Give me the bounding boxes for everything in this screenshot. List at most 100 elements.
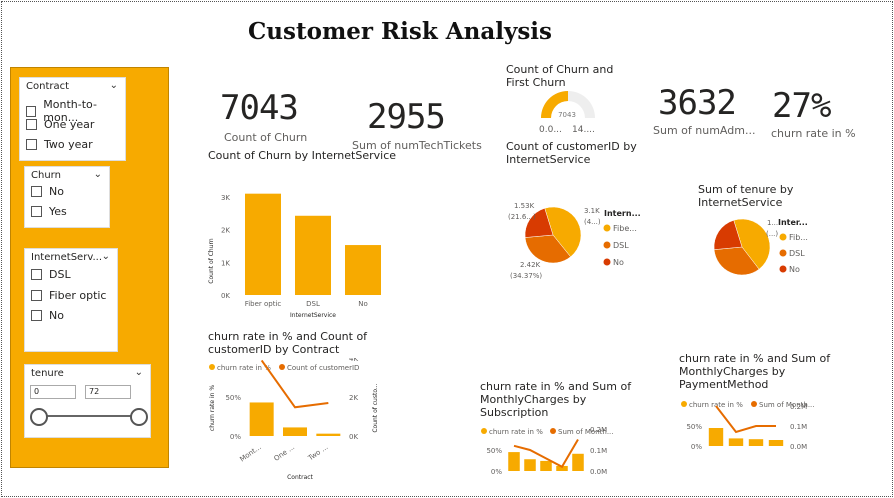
- tenure-slider-min-handle[interactable]: [30, 408, 48, 426]
- y2-axis-label: Count of custo...: [372, 383, 379, 432]
- churn-slicer[interactable]: Churn ⌄ No Yes: [24, 166, 110, 228]
- checkbox[interactable]: [31, 290, 42, 301]
- data-label: (...): [766, 230, 778, 238]
- internet-option-dsl[interactable]: DSL: [31, 268, 71, 281]
- slicer-panel: Contract ⌄ Month-to-mon... One year Two …: [10, 67, 169, 468]
- data-label: 2.42K: [520, 261, 541, 269]
- chevron-down-icon[interactable]: ⌄: [94, 169, 102, 180]
- combo3-title: churn rate in % and Sum of MonthlyCharge…: [679, 352, 830, 391]
- gauge-max: 14....: [572, 125, 595, 135]
- combo1-title-line1: churn rate in % and Count of: [208, 330, 368, 343]
- y-tick-label: 0%: [230, 433, 241, 441]
- churn-by-contract-combo-chart[interactable]: churn rate in % Count of customerID 0% 50% 0…: [200, 358, 380, 483]
- bar: [345, 245, 381, 295]
- checkbox[interactable]: [31, 206, 42, 217]
- bar: [295, 215, 331, 295]
- pie2-title-line1: Sum of tenure by: [698, 183, 794, 196]
- combo2-title-line3: Subscription: [480, 406, 549, 419]
- combo1-title: churn rate in % and Count of customerID …: [208, 330, 367, 356]
- checkbox[interactable]: [31, 310, 42, 321]
- contract-slicer-title: Contract: [26, 81, 70, 92]
- legend-label: churn rate in %: [489, 428, 543, 436]
- pie1-title: Count of customerID by InternetService: [506, 140, 637, 166]
- legend-marker: [779, 265, 787, 273]
- chevron-down-icon[interactable]: ⌄: [110, 80, 118, 91]
- contract-slicer[interactable]: Contract ⌄ Month-to-mon... One year Two …: [19, 77, 126, 161]
- churn-by-payment-combo-chart[interactable]: churn rate in % Sum of Month...0%50%0.0M0…: [676, 396, 846, 456]
- bar: [283, 427, 307, 436]
- y-axis-label: churn rate in %: [209, 385, 216, 431]
- bar: [708, 428, 724, 446]
- churn-by-subscription-combo-chart[interactable]: churn rate in % Sum of Month...0%50%0.0M0…: [478, 423, 638, 483]
- legend-label: Fib...: [789, 233, 808, 242]
- data-label: (4...): [584, 218, 601, 226]
- option-label: Two year: [44, 138, 93, 151]
- bar: [748, 439, 764, 446]
- legend-marker: [779, 249, 787, 257]
- legend-marker: [209, 364, 215, 370]
- tenure-max-input[interactable]: 72: [85, 385, 131, 399]
- legend-marker: [603, 224, 611, 232]
- tenure-min-input[interactable]: 0: [30, 385, 76, 399]
- legend-marker: [550, 428, 556, 434]
- bar: [540, 460, 552, 471]
- internet-service-slicer[interactable]: InternetServ... ⌄ DSL Fiber optic No: [24, 248, 118, 352]
- legend-marker: [681, 401, 687, 407]
- bar-chart-title: Count of Churn by InternetService: [208, 149, 397, 162]
- tenure-slider-max-handle[interactable]: [130, 408, 148, 426]
- kpi-count-churn-label: Count of Churn: [224, 131, 308, 144]
- internet-option-no[interactable]: No: [31, 309, 64, 322]
- report-title: Customer Risk Analysis: [248, 18, 552, 45]
- legend-marker: [603, 258, 611, 266]
- y2-tick-label: 0.2M: [590, 426, 607, 434]
- churn-by-internet-bar-chart[interactable]: 0K 1K 2K 3K Fiber optic DSL No InternetService C…: [200, 165, 400, 325]
- option-label: Fiber optic: [49, 289, 107, 302]
- x-tick-label: Mont...: [238, 443, 262, 463]
- x-tick-label: Fiber optic: [245, 300, 282, 308]
- x-tick-label: One ...: [273, 443, 297, 463]
- data-label: 3.1K: [584, 207, 600, 215]
- pie1-title-line1: Count of customerID by: [506, 140, 637, 153]
- kpi-churn-rate-label: churn rate in %: [771, 127, 856, 140]
- combo2-title-line1: churn rate in % and Sum of: [480, 380, 632, 393]
- tenure-slider-track[interactable]: [37, 415, 137, 417]
- internet-option-fiber[interactable]: Fiber optic: [31, 289, 106, 302]
- chevron-down-icon[interactable]: ⌄: [102, 251, 110, 262]
- contract-option-one-year[interactable]: One year: [26, 118, 94, 131]
- x-axis-label: InternetService: [290, 312, 336, 319]
- tenure-slicer[interactable]: tenure ⌄ 0 72: [24, 364, 151, 438]
- checkbox[interactable]: [26, 139, 37, 150]
- y2-tick-label: 0.1M: [590, 447, 607, 455]
- checkbox[interactable]: [26, 105, 37, 117]
- churn-slicer-title: Churn: [31, 170, 61, 181]
- y-tick-label: 0%: [691, 443, 702, 451]
- pie1-title-line2: InternetService: [506, 153, 591, 166]
- churn-option-no[interactable]: No: [31, 185, 64, 198]
- gauge-chart[interactable]: 7043 0.0... 14....: [530, 88, 610, 138]
- chevron-down-icon[interactable]: ⌄: [135, 367, 143, 378]
- kpi-tech-tickets-value: 2955: [367, 97, 446, 137]
- y2-tick-label: 0.0M: [790, 443, 807, 451]
- x-tick-label: No: [358, 300, 368, 308]
- data-label: 1...: [767, 219, 778, 227]
- bar: [524, 459, 536, 471]
- combo2-title: churn rate in % and Sum of MonthlyCharge…: [480, 380, 631, 419]
- contract-option-two-year[interactable]: Two year: [26, 138, 93, 151]
- churn-option-yes[interactable]: Yes: [31, 205, 67, 218]
- combo3-title-line2: MonthlyCharges by: [679, 365, 786, 378]
- combo1-title-line2: customerID by Contract: [208, 343, 340, 356]
- checkbox[interactable]: [31, 186, 42, 197]
- y2-tick-label: 0.0M: [590, 468, 607, 476]
- checkbox[interactable]: [31, 269, 42, 280]
- customer-by-internet-pie-chart[interactable]: 3.1K (4...) 2.42K (34.37%) 1.53K (21.6...) Int…: [500, 195, 650, 285]
- checkbox[interactable]: [26, 119, 37, 130]
- y2-tick-label: 0.1M: [790, 423, 807, 431]
- y-tick-label: 50%: [225, 394, 241, 402]
- y2-tick-label: 0K: [349, 433, 358, 441]
- line-series: [715, 405, 776, 434]
- legend-label: No: [789, 265, 800, 274]
- bar: [508, 452, 520, 471]
- bar: [768, 440, 784, 446]
- tenure-by-internet-pie-chart[interactable]: 1... (...)Inter... Fib... DSL No: [700, 212, 820, 282]
- bar: [728, 438, 744, 446]
